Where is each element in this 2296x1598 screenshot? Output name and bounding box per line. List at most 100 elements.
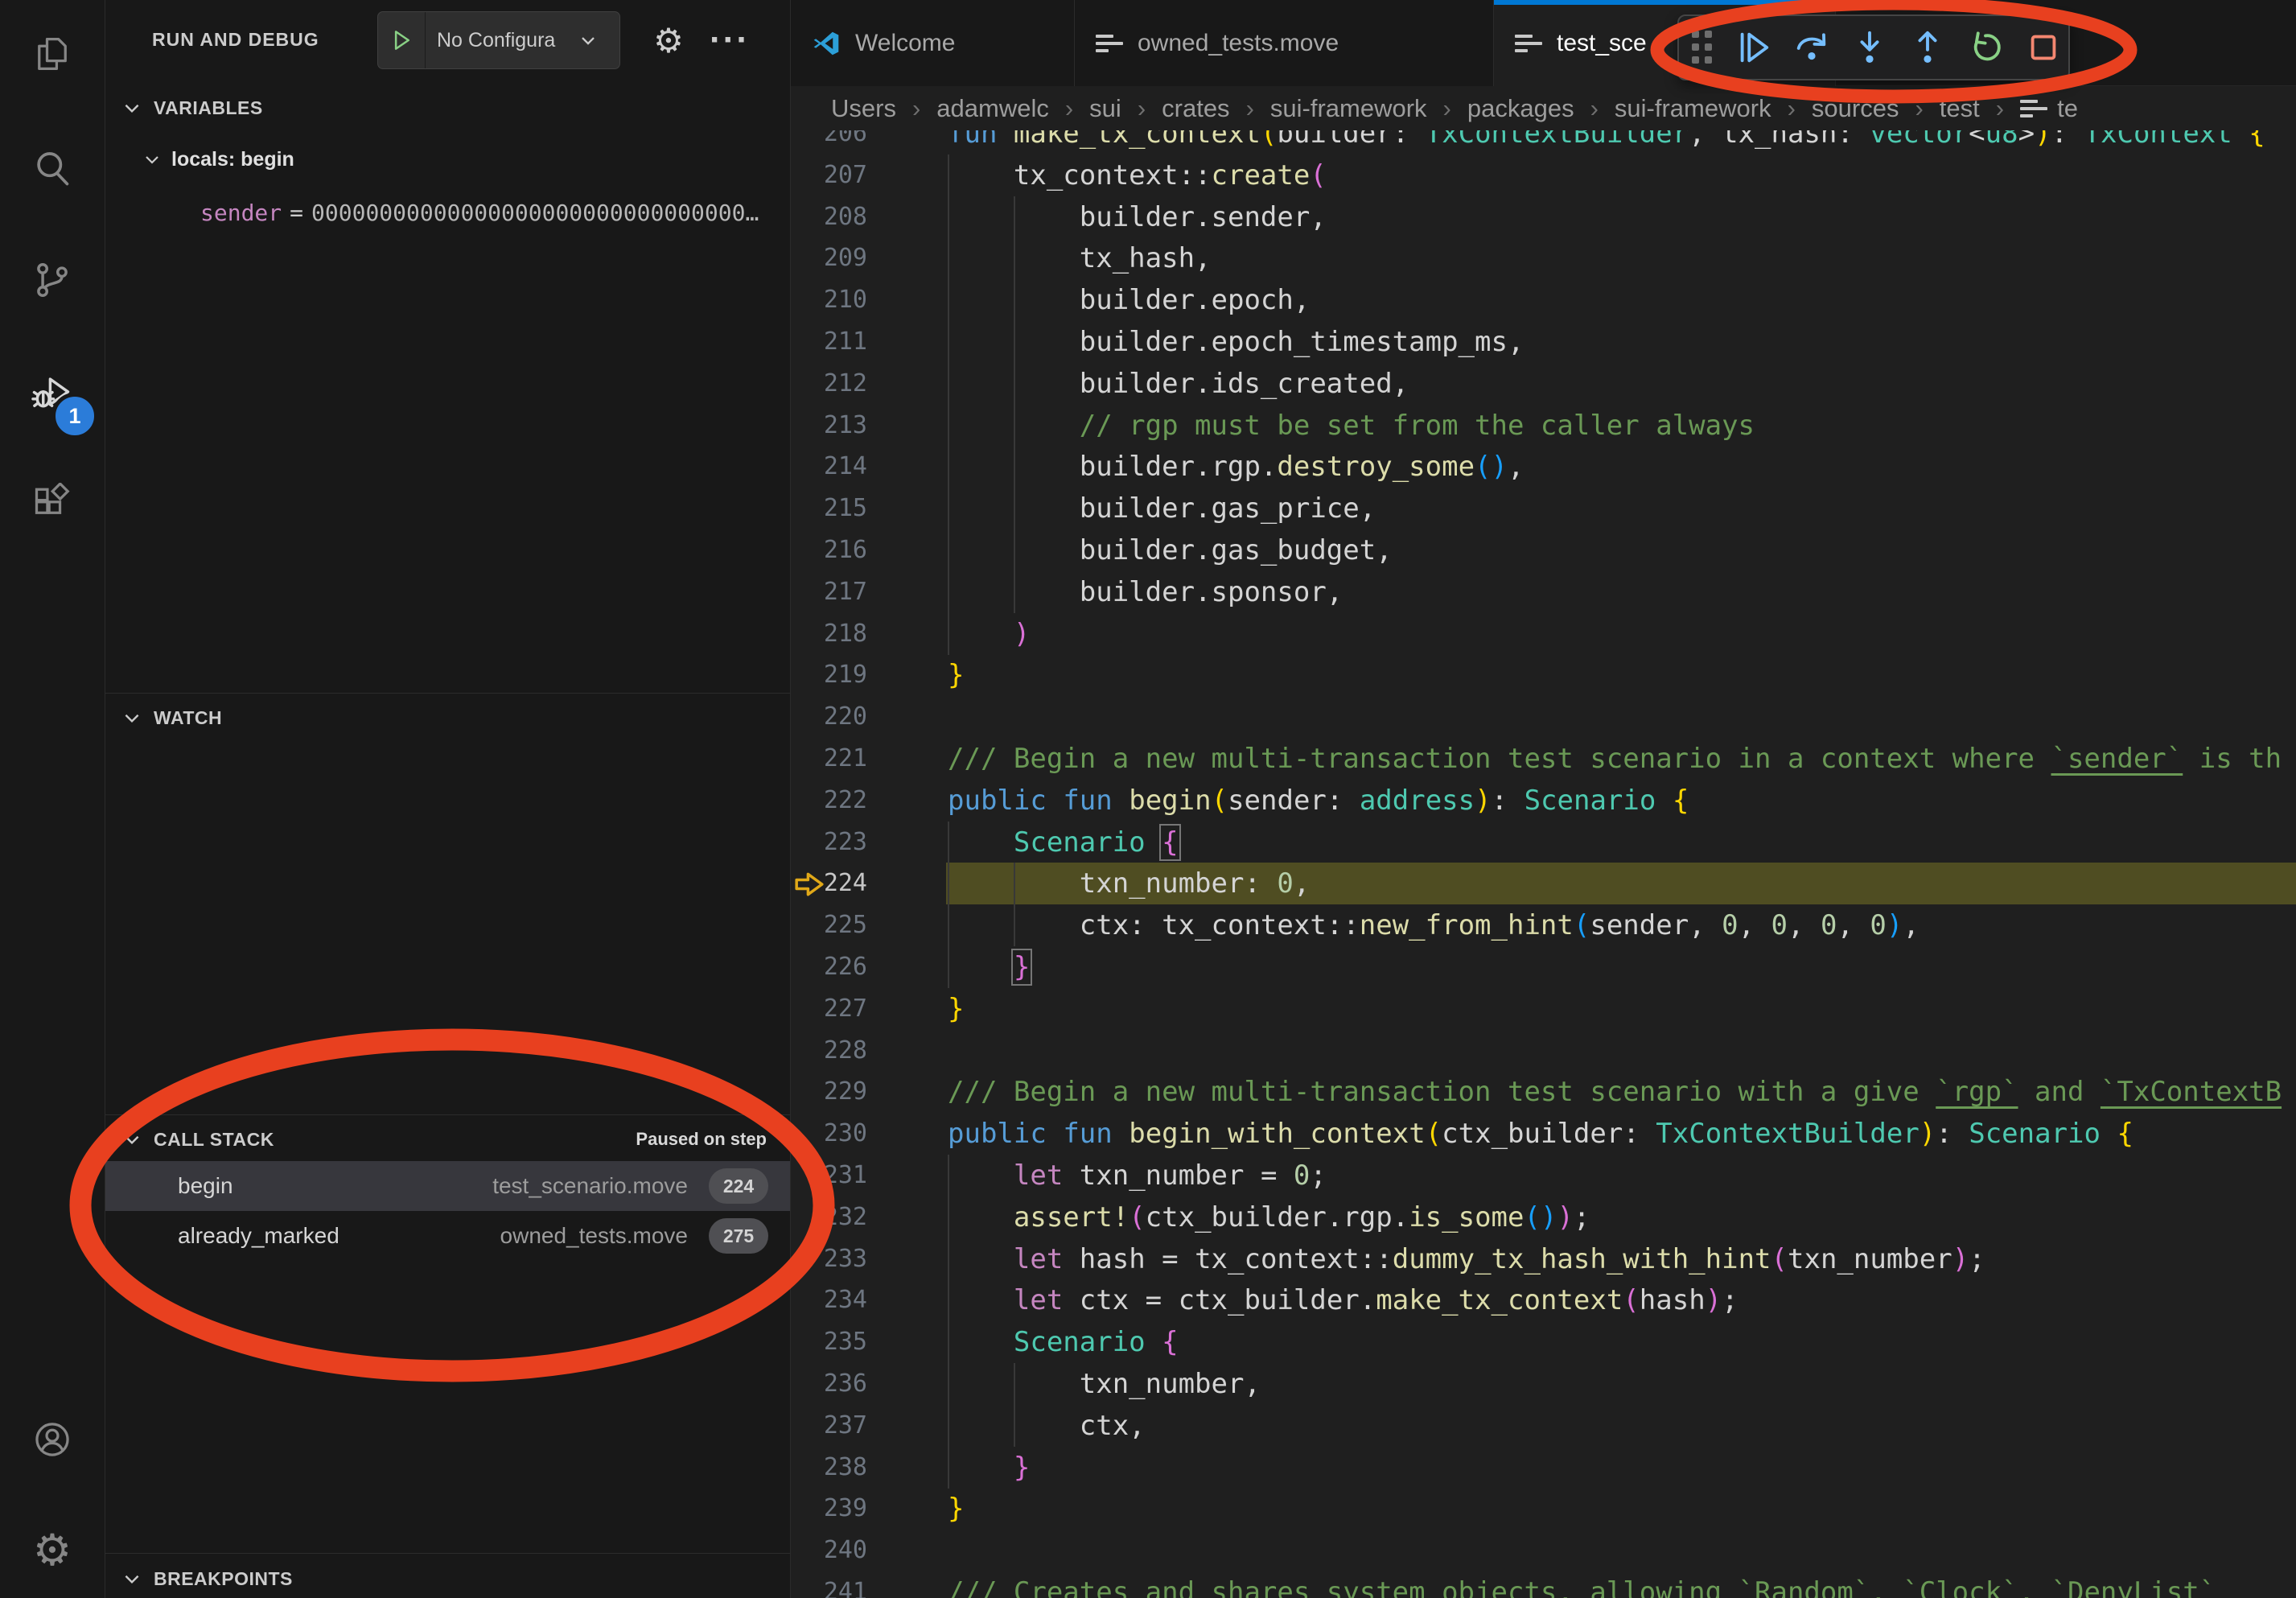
line-number[interactable]: 224 bbox=[791, 863, 867, 904]
line-number[interactable]: 228 bbox=[791, 1030, 867, 1072]
extensions-icon[interactable] bbox=[14, 466, 90, 542]
breakpoints-section-header[interactable]: BREAKPOINTS bbox=[105, 1559, 791, 1598]
line-number[interactable]: 230 bbox=[791, 1113, 867, 1155]
code-line[interactable]: 238 } bbox=[791, 1447, 2296, 1489]
line-number[interactable]: 227 bbox=[791, 988, 867, 1030]
line-number[interactable]: 213 bbox=[791, 405, 867, 447]
code-line[interactable]: 229/// Begin a new multi-transaction tes… bbox=[791, 1071, 2296, 1113]
code-line[interactable]: 214 builder.rgp.destroy_some(), bbox=[791, 446, 2296, 488]
breadcrumb-item[interactable]: sources bbox=[1812, 94, 1899, 123]
code-line[interactable]: 218 ) bbox=[791, 613, 2296, 655]
debug-step-out-button[interactable] bbox=[1903, 23, 1952, 72]
variables-scope-row[interactable]: locals: begin bbox=[142, 140, 294, 179]
breadcrumb-item[interactable]: packages bbox=[1467, 94, 1574, 123]
line-number[interactable]: 237 bbox=[791, 1405, 867, 1447]
code-line[interactable]: 230public fun begin_with_context(ctx_bui… bbox=[791, 1113, 2296, 1155]
line-number[interactable]: 223 bbox=[791, 822, 867, 863]
debug-step-into-button[interactable] bbox=[1845, 23, 1895, 72]
call-stack-frame[interactable]: begin test_scenario.move 224 bbox=[105, 1161, 791, 1211]
tab-welcome[interactable]: Welcome bbox=[791, 0, 1075, 86]
debug-settings-gear-icon[interactable]: ⚙ bbox=[646, 18, 691, 63]
line-number[interactable]: 240 bbox=[791, 1530, 867, 1571]
search-icon[interactable] bbox=[14, 130, 90, 206]
code-line[interactable]: 232 assert!(ctx_builder.rgp.is_some()); bbox=[791, 1196, 2296, 1238]
breadcrumb-item[interactable]: sui bbox=[1089, 94, 1121, 123]
code-line[interactable]: 213 // rgp must be set from the caller a… bbox=[791, 405, 2296, 447]
watch-section-header[interactable]: WATCH bbox=[105, 698, 791, 737]
code-line[interactable]: 241/// Creates and shares system objects… bbox=[791, 1571, 2296, 1598]
line-number[interactable]: 210 bbox=[791, 279, 867, 321]
line-number[interactable]: 239 bbox=[791, 1488, 867, 1530]
line-number[interactable]: 231 bbox=[791, 1155, 867, 1196]
line-number[interactable]: 220 bbox=[791, 696, 867, 738]
account-icon[interactable] bbox=[14, 1402, 90, 1477]
source-control-icon[interactable] bbox=[14, 242, 90, 318]
code-line[interactable]: 228 bbox=[791, 1030, 2296, 1072]
call-stack-frame[interactable]: already_marked owned_tests.move 275 bbox=[105, 1211, 791, 1261]
code-line[interactable]: 240 bbox=[791, 1530, 2296, 1571]
code-line[interactable]: 226 } bbox=[791, 946, 2296, 988]
line-number[interactable]: 217 bbox=[791, 571, 867, 613]
debug-config-picker[interactable]: No Configura bbox=[377, 11, 620, 69]
code-line[interactable]: 217 builder.sponsor, bbox=[791, 571, 2296, 613]
line-number[interactable]: 211 bbox=[791, 321, 867, 363]
tab-owned-tests[interactable]: owned_tests.move bbox=[1075, 0, 1494, 86]
call-stack-section-header[interactable]: CALL STACK Paused on step bbox=[105, 1120, 791, 1159]
debug-restart-button[interactable] bbox=[1961, 23, 2010, 72]
code-line[interactable]: 225 ctx: tx_context::new_from_hint(sende… bbox=[791, 904, 2296, 946]
line-number[interactable]: 208 bbox=[791, 196, 867, 238]
line-number[interactable]: 234 bbox=[791, 1279, 867, 1321]
code-line[interactable]: 236 txn_number, bbox=[791, 1363, 2296, 1405]
breadcrumb-item[interactable]: Users bbox=[831, 94, 896, 123]
line-number[interactable]: 232 bbox=[791, 1196, 867, 1238]
code-line[interactable]: 231 let txn_number = 0; bbox=[791, 1155, 2296, 1196]
debug-stop-button[interactable] bbox=[2018, 23, 2068, 72]
line-number[interactable]: 226 bbox=[791, 946, 867, 988]
code-line[interactable]: 234 let ctx = ctx_builder.make_tx_contex… bbox=[791, 1279, 2296, 1321]
variables-section-header[interactable]: VARIABLES bbox=[105, 89, 791, 127]
line-number[interactable]: 229 bbox=[791, 1071, 867, 1113]
code-line[interactable]: 222public fun begin(sender: address): Sc… bbox=[791, 780, 2296, 822]
line-number[interactable]: 207 bbox=[791, 154, 867, 196]
code-line[interactable]: 219} bbox=[791, 654, 2296, 696]
toolbar-drag-handle-icon[interactable] bbox=[1692, 31, 1713, 64]
code-line[interactable]: 221/// Begin a new multi-transaction tes… bbox=[791, 738, 2296, 780]
breadcrumb-item[interactable]: sui-framework bbox=[1615, 94, 1771, 123]
settings-gear-icon[interactable]: ⚙ bbox=[14, 1512, 90, 1588]
debug-step-over-button[interactable] bbox=[1787, 23, 1837, 72]
editor-code-area[interactable]: 206fun make_tx_context(builder: TxContex… bbox=[791, 0, 2296, 1598]
code-line[interactable]: 209 tx_hash, bbox=[791, 237, 2296, 279]
code-line[interactable]: 233 let hash = tx_context::dummy_tx_hash… bbox=[791, 1238, 2296, 1280]
code-line[interactable]: 220 bbox=[791, 696, 2296, 738]
line-number[interactable]: 222 bbox=[791, 780, 867, 822]
code-line[interactable]: 235 Scenario { bbox=[791, 1321, 2296, 1363]
line-number[interactable]: 218 bbox=[791, 613, 867, 655]
line-number[interactable]: 241 bbox=[791, 1571, 867, 1598]
variable-row[interactable]: sender = 0000000000000000000000000000000… bbox=[200, 192, 759, 233]
code-line[interactable]: 210 builder.epoch, bbox=[791, 279, 2296, 321]
code-line[interactable]: 224 txn_number: 0, bbox=[791, 863, 2296, 904]
line-number[interactable]: 215 bbox=[791, 488, 867, 529]
line-number[interactable]: 233 bbox=[791, 1238, 867, 1280]
start-debugging-icon[interactable] bbox=[378, 12, 426, 68]
line-number[interactable]: 212 bbox=[791, 363, 867, 405]
breadcrumb-item[interactable]: crates bbox=[1162, 94, 1229, 123]
code-line[interactable]: 212 builder.ids_created, bbox=[791, 363, 2296, 405]
line-number[interactable]: 238 bbox=[791, 1447, 867, 1489]
code-line[interactable]: 223 Scenario { bbox=[791, 822, 2296, 863]
code-line[interactable]: 208 builder.sender, bbox=[791, 196, 2296, 238]
line-number[interactable]: 214 bbox=[791, 446, 867, 488]
line-number[interactable]: 236 bbox=[791, 1363, 867, 1405]
code-line[interactable]: 227} bbox=[791, 988, 2296, 1030]
code-line[interactable]: 239} bbox=[791, 1488, 2296, 1530]
line-number[interactable]: 216 bbox=[791, 529, 867, 571]
line-number[interactable]: 219 bbox=[791, 654, 867, 696]
line-number[interactable]: 225 bbox=[791, 904, 867, 946]
code-line[interactable]: 237 ctx, bbox=[791, 1405, 2296, 1447]
breadcrumb-item[interactable]: test bbox=[1940, 94, 1980, 123]
code-line[interactable]: 211 builder.epoch_timestamp_ms, bbox=[791, 321, 2296, 363]
line-number[interactable]: 221 bbox=[791, 738, 867, 780]
explorer-icon[interactable] bbox=[14, 16, 90, 92]
debug-continue-button[interactable] bbox=[1729, 23, 1779, 72]
breadcrumb-item[interactable]: sui-framework bbox=[1270, 94, 1427, 123]
